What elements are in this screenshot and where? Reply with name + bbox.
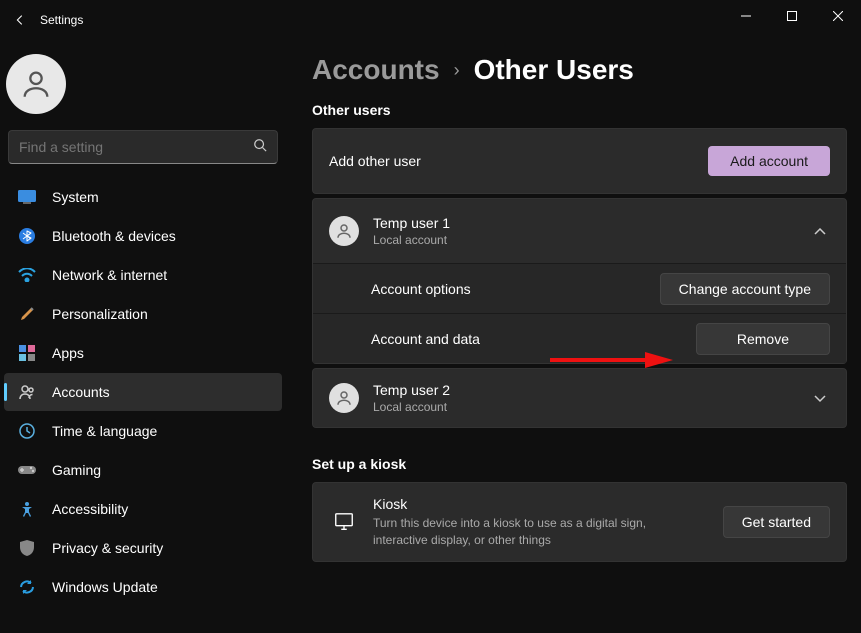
minimize-icon [741, 11, 751, 21]
sidebar-item-label: Gaming [52, 462, 101, 478]
paintbrush-icon [18, 305, 36, 323]
update-icon [18, 578, 36, 596]
sidebar-item-network[interactable]: Network & internet [4, 256, 282, 294]
arrow-left-icon [13, 13, 27, 27]
add-other-user-label: Add other user [329, 153, 708, 169]
person-icon [19, 67, 53, 101]
sidebar-item-accounts[interactable]: Accounts [4, 373, 282, 411]
account-data-label: Account and data [371, 331, 696, 347]
accessibility-icon [18, 500, 36, 518]
add-account-button[interactable]: Add account [708, 146, 830, 176]
sidebar-item-personalization[interactable]: Personalization [4, 295, 282, 333]
main-content: Accounts › Other Users Other users Add o… [290, 40, 861, 633]
back-button[interactable] [8, 8, 32, 32]
close-button[interactable] [815, 0, 861, 32]
search-icon [253, 138, 267, 157]
bluetooth-icon [18, 227, 36, 245]
sidebar-item-label: Accessibility [52, 501, 128, 517]
user-name: Temp user 1 [373, 215, 810, 231]
maximize-button[interactable] [769, 0, 815, 32]
accounts-icon [18, 383, 36, 401]
sidebar-item-label: Windows Update [52, 579, 158, 595]
sidebar-item-label: Network & internet [52, 267, 167, 283]
sidebar-item-label: Privacy & security [52, 540, 163, 556]
person-icon [335, 222, 353, 240]
user-type: Local account [373, 233, 810, 247]
sidebar-item-accessibility[interactable]: Accessibility [4, 490, 282, 528]
user-avatar-icon [329, 216, 359, 246]
sidebar-item-label: System [52, 189, 99, 205]
apps-icon [18, 344, 36, 362]
sidebar-item-time[interactable]: Time & language [4, 412, 282, 450]
maximize-icon [787, 11, 797, 21]
clock-icon [18, 422, 36, 440]
close-icon [833, 11, 843, 21]
nav-list: System Bluetooth & devices Network & int… [4, 178, 282, 606]
account-options-row: Account options Change account type [313, 263, 846, 313]
sidebar-item-label: Personalization [52, 306, 148, 322]
window-title: Settings [40, 13, 83, 27]
kiosk-card: Kiosk Turn this device into a kiosk to u… [312, 482, 847, 562]
chevron-right-icon: › [454, 60, 460, 81]
sidebar-item-label: Accounts [52, 384, 110, 400]
user-card-1: Temp user 1 Local account Account option… [312, 198, 847, 364]
sidebar-item-label: Bluetooth & devices [52, 228, 176, 244]
sidebar-item-privacy[interactable]: Privacy & security [4, 529, 282, 567]
sidebar-item-label: Apps [52, 345, 84, 361]
user-avatar-icon [329, 383, 359, 413]
sidebar-item-gaming[interactable]: Gaming [4, 451, 282, 489]
sidebar-item-system[interactable]: System [4, 178, 282, 216]
get-started-button[interactable]: Get started [723, 506, 830, 538]
change-account-type-button[interactable]: Change account type [660, 273, 830, 305]
titlebar: Settings [0, 0, 861, 40]
section-kiosk-label: Set up a kiosk [312, 456, 847, 472]
breadcrumb-current: Other Users [474, 54, 634, 86]
sidebar-item-apps[interactable]: Apps [4, 334, 282, 372]
wifi-icon [18, 266, 36, 284]
avatar [6, 54, 66, 114]
sidebar-item-update[interactable]: Windows Update [4, 568, 282, 606]
kiosk-title: Kiosk [373, 496, 723, 512]
minimize-button[interactable] [723, 0, 769, 32]
display-icon [18, 188, 36, 206]
kiosk-icon [329, 507, 359, 537]
search-input[interactable] [19, 139, 253, 155]
user-type: Local account [373, 400, 810, 414]
sidebar-item-bluetooth[interactable]: Bluetooth & devices [4, 217, 282, 255]
sidebar: System Bluetooth & devices Network & int… [0, 40, 290, 633]
window-controls [723, 0, 861, 32]
shield-icon [18, 539, 36, 557]
sidebar-item-label: Time & language [52, 423, 157, 439]
user-row-2[interactable]: Temp user 2 Local account [313, 369, 846, 427]
breadcrumb: Accounts › Other Users [312, 54, 847, 86]
chevron-up-icon [810, 223, 830, 239]
user-row-1[interactable]: Temp user 1 Local account [313, 199, 846, 263]
remove-button[interactable]: Remove [696, 323, 830, 355]
user-name: Temp user 2 [373, 382, 810, 398]
person-icon [335, 389, 353, 407]
breadcrumb-parent[interactable]: Accounts [312, 54, 440, 86]
chevron-down-icon [810, 390, 830, 406]
add-user-card: Add other user Add account [312, 128, 847, 194]
account-options-label: Account options [371, 281, 660, 297]
user-profile-block[interactable] [4, 44, 282, 130]
kiosk-description: Turn this device into a kiosk to use as … [373, 515, 693, 547]
account-data-row: Account and data Remove [313, 313, 846, 363]
gamepad-icon [18, 461, 36, 479]
user-card-2: Temp user 2 Local account [312, 368, 847, 428]
section-other-users-label: Other users [312, 102, 847, 118]
search-box[interactable] [8, 130, 278, 164]
